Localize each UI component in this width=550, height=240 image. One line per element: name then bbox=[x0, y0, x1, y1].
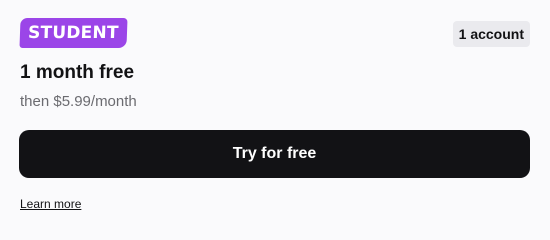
plan-card: STUDENT 1 account 1 month free then $5.9… bbox=[0, 0, 550, 232]
plan-badge: STUDENT bbox=[19, 18, 128, 48]
learn-more-link[interactable]: Learn more bbox=[20, 197, 81, 211]
plan-price: then $5.99/month bbox=[20, 93, 137, 110]
plan-header: STUDENT 1 account bbox=[19, 18, 530, 48]
plan-title: 1 month free bbox=[20, 62, 135, 83]
try-for-free-button[interactable]: Try for free bbox=[19, 130, 530, 178]
accounts-badge: 1 account bbox=[452, 21, 530, 47]
